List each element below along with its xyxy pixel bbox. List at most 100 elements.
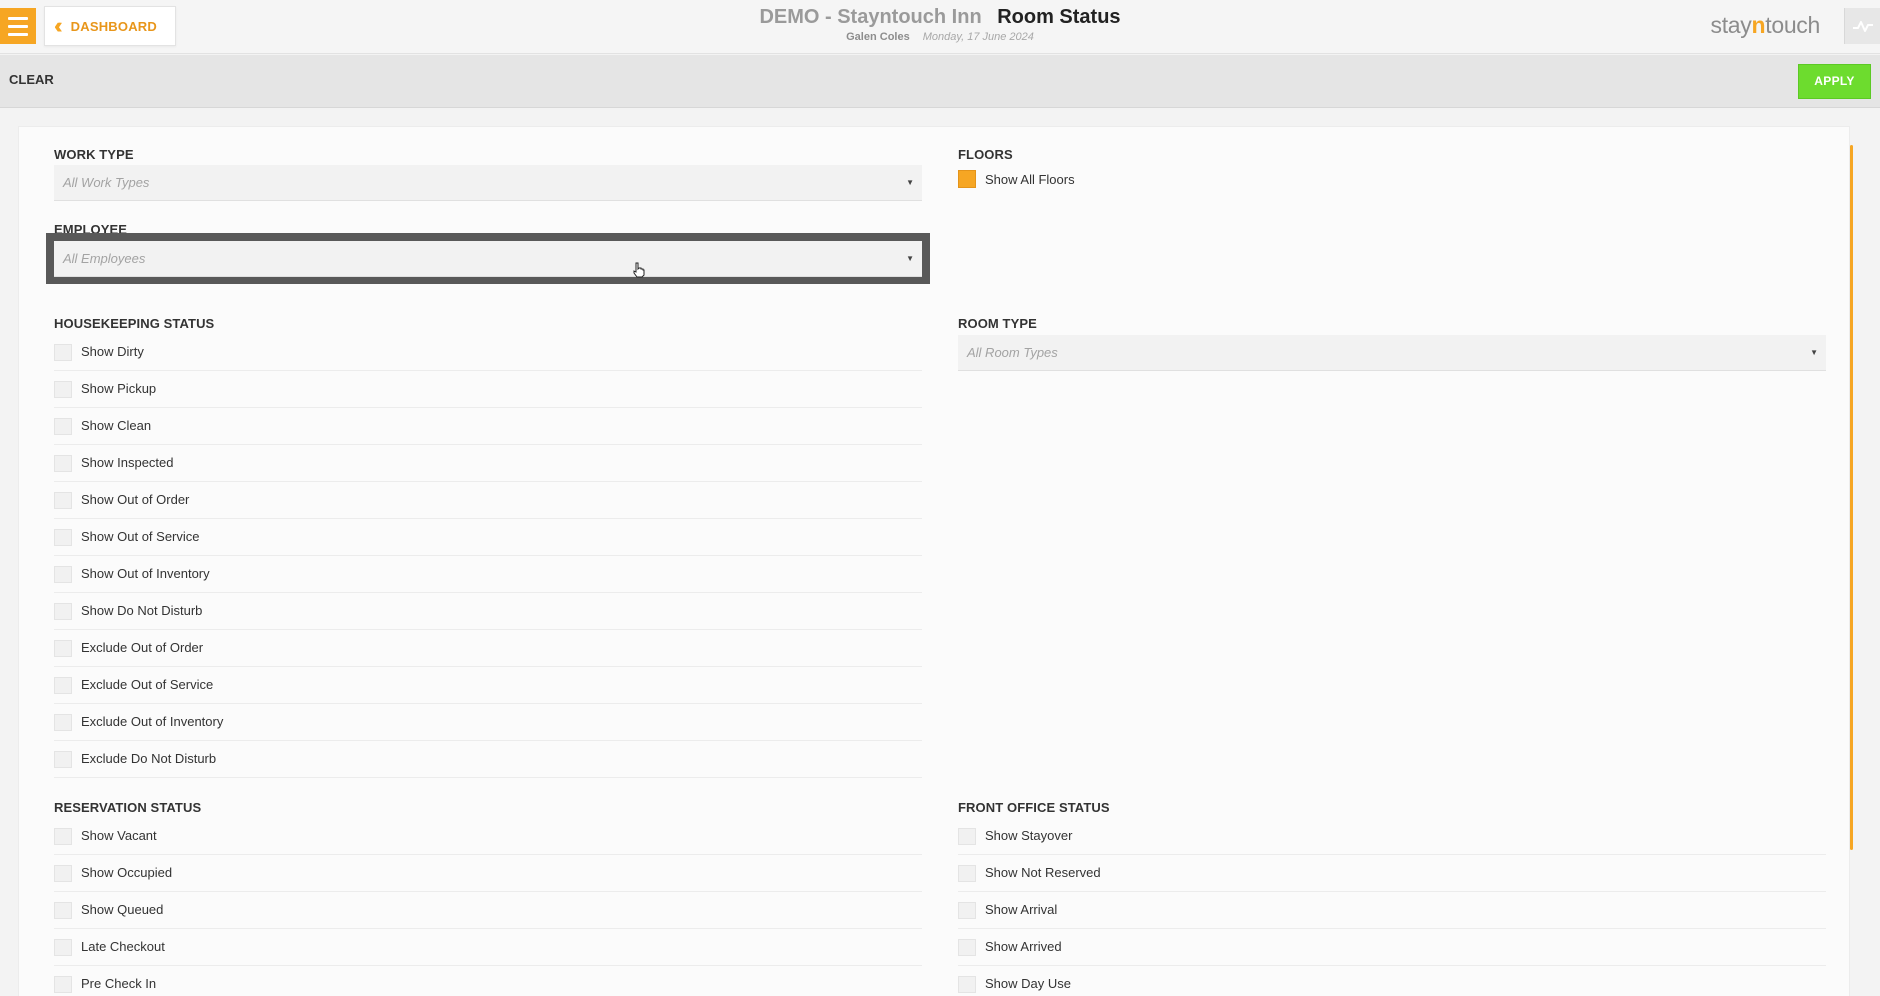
checkbox-icon	[958, 902, 976, 919]
pre-check-in-checkbox[interactable]: Pre Check In	[54, 966, 922, 996]
checkbox-icon	[54, 751, 72, 768]
show-out-of-order-checkbox[interactable]: Show Out of Order	[54, 482, 922, 519]
checkbox-icon	[958, 828, 976, 845]
exclude-out-of-service-checkbox[interactable]: Exclude Out of Service	[54, 667, 922, 704]
checkbox-label: Show Vacant	[81, 828, 157, 843]
checkbox-icon	[54, 714, 72, 731]
checkbox-icon	[54, 455, 72, 472]
show-stayover-checkbox[interactable]: Show Stayover	[958, 818, 1826, 855]
checkbox-label: Show Out of Order	[81, 492, 190, 507]
checkbox-icon	[54, 603, 72, 620]
checkbox-icon	[54, 529, 72, 546]
checkbox-label: Exclude Do Not Disturb	[81, 751, 217, 766]
checkbox-icon	[54, 865, 72, 882]
front-office-title: FRONT OFFICE STATUS	[958, 800, 1110, 815]
reservation-list: Show Vacant Show Occupied Show Queued Late …	[54, 818, 922, 996]
employee-value: All Employees	[63, 251, 146, 266]
show-do-not-disturb-checkbox[interactable]: Show Do Not Disturb	[54, 593, 922, 630]
exclude-out-of-inventory-checkbox[interactable]: Exclude Out of Inventory	[54, 704, 922, 741]
checkbox-label: Show Occupied	[81, 865, 173, 880]
exclude-out-of-order-checkbox[interactable]: Exclude Out of Order	[54, 630, 922, 667]
checkbox-label: Pre Check In	[81, 976, 157, 991]
checkbox-label: Late Checkout	[81, 939, 165, 954]
checkbox-icon	[54, 344, 72, 361]
scrollbar[interactable]	[1850, 145, 1853, 850]
checkbox-icon	[958, 865, 976, 882]
checkbox-icon	[54, 418, 72, 435]
employee-select[interactable]: All Employees ▼	[54, 241, 922, 277]
checkbox-label: Show Stayover	[985, 828, 1073, 843]
show-inspected-checkbox[interactable]: Show Inspected	[54, 445, 922, 482]
user-name: Galen Coles	[846, 31, 910, 43]
checkbox-label: Show Day Use	[985, 976, 1071, 991]
checkbox-icon	[54, 381, 72, 398]
show-pickup-checkbox[interactable]: Show Pickup	[54, 371, 922, 408]
hand-cursor-icon	[633, 262, 645, 278]
housekeeping-list: Show Dirty Show Pickup Show Clean Show Insp…	[54, 334, 922, 778]
show-out-of-inventory-checkbox[interactable]: Show Out of Inventory	[54, 556, 922, 593]
show-day-use-checkbox[interactable]: Show Day Use	[958, 966, 1826, 996]
checkbox-icon	[54, 492, 72, 509]
show-out-of-service-checkbox[interactable]: Show Out of Service	[54, 519, 922, 556]
work-type-title: WORK TYPE	[54, 147, 134, 162]
checkbox-label: Show Out of Inventory	[81, 566, 210, 581]
room-type-title: ROOM TYPE	[958, 316, 1037, 331]
checkbox-label: Show Arrival	[985, 902, 1058, 917]
show-vacant-checkbox[interactable]: Show Vacant	[54, 818, 922, 855]
show-clean-checkbox[interactable]: Show Clean	[54, 408, 922, 445]
checkbox-label: Show Dirty	[81, 344, 144, 359]
checkbox-label: Show Not Reserved	[985, 865, 1101, 880]
show-occupied-checkbox[interactable]: Show Occupied	[54, 855, 922, 892]
checkbox-label: Show Do Not Disturb	[81, 603, 203, 618]
checked-checkbox-icon	[958, 170, 976, 188]
checkbox-icon	[54, 939, 72, 956]
hamburger-icon	[8, 16, 28, 20]
stayntouch-logo: stayntouch	[1710, 12, 1821, 38]
hotel-name: DEMO - Stayntouch Inn	[759, 6, 982, 28]
room-type-select[interactable]: All Room Types ▼	[958, 335, 1826, 371]
dashboard-label: DASHBOARD	[70, 18, 157, 34]
show-queued-checkbox[interactable]: Show Queued	[54, 892, 922, 929]
checkbox-label: Show Arrived	[985, 939, 1062, 954]
room-type-value: All Room Types	[967, 345, 1058, 360]
pulse-icon	[1852, 21, 1873, 32]
activity-button[interactable]	[1844, 8, 1880, 44]
caret-down-icon: ▼	[906, 178, 914, 187]
current-date: Monday, 17 June 2024	[922, 31, 1034, 43]
late-checkout-checkbox[interactable]: Late Checkout	[54, 929, 922, 966]
work-type-value: All Work Types	[63, 175, 150, 190]
checkbox-icon	[958, 939, 976, 956]
exclude-do-not-disturb-checkbox[interactable]: Exclude Do Not Disturb	[54, 741, 922, 778]
checkbox-label: Show Inspected	[81, 455, 174, 470]
checkbox-icon	[54, 640, 72, 657]
apply-button[interactable]: APPLY	[1798, 64, 1871, 99]
show-not-reserved-checkbox[interactable]: Show Not Reserved	[958, 855, 1826, 892]
top-header: ‹‹ DASHBOARD DEMO - Stayntouch Inn Room …	[0, 0, 1880, 54]
menu-button[interactable]	[0, 8, 36, 44]
caret-down-icon: ▼	[906, 254, 914, 263]
checkbox-icon	[54, 902, 72, 919]
checkbox-label: Exclude Out of Inventory	[81, 714, 224, 729]
checkbox-icon	[54, 828, 72, 845]
show-dirty-checkbox[interactable]: Show Dirty	[54, 334, 922, 371]
checkbox-icon	[54, 976, 72, 993]
checkbox-label: Exclude Out of Service	[81, 677, 214, 692]
checkbox-icon	[958, 976, 976, 993]
checkbox-label: Show Queued	[81, 902, 164, 917]
checkbox-label: Show Pickup	[81, 381, 157, 396]
reservation-title: RESERVATION STATUS	[54, 800, 202, 815]
clear-button[interactable]: CLEAR	[9, 72, 54, 87]
checkbox-label: Exclude Out of Order	[81, 640, 204, 655]
dashboard-button[interactable]: ‹‹ DASHBOARD	[44, 6, 176, 46]
checkbox-label: Show Clean	[81, 418, 152, 433]
show-arrival-checkbox[interactable]: Show Arrival	[958, 892, 1826, 929]
page-heading: DEMO - Stayntouch Inn Room Status Galen …	[0, 6, 1880, 43]
checkbox-icon	[54, 677, 72, 694]
filter-action-bar: CLEAR APPLY	[0, 55, 1880, 108]
floors-title: FLOORS	[958, 147, 1013, 162]
show-all-floors-label: Show All Floors	[985, 172, 1075, 187]
checkbox-icon	[54, 566, 72, 583]
work-type-select[interactable]: All Work Types ▼	[54, 165, 922, 201]
show-arrived-checkbox[interactable]: Show Arrived	[958, 929, 1826, 966]
housekeeping-title: HOUSEKEEPING STATUS	[54, 316, 215, 331]
